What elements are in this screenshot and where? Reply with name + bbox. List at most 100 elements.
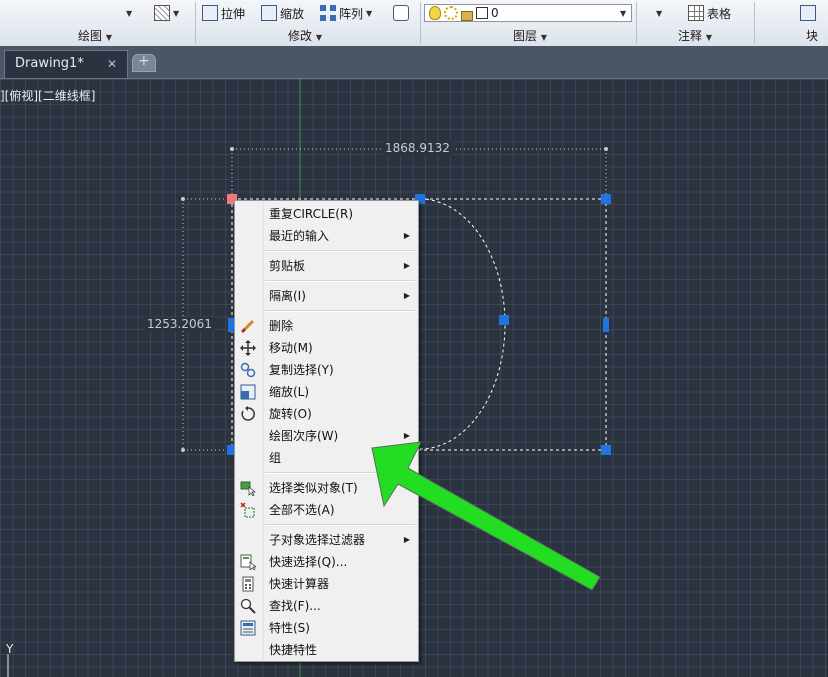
- deselect-all-icon: [240, 502, 255, 518]
- submenu-arrow-icon: ▶: [403, 291, 410, 300]
- blend-icon: [393, 5, 409, 21]
- menu-item-label: 缩放(L): [269, 385, 310, 399]
- hatch-icon: [154, 5, 170, 21]
- menu-item-label: 全部不选(A): [269, 503, 335, 517]
- menu-item-find[interactable]: 查找(F)...: [235, 595, 418, 617]
- menu-item-repeat-circle[interactable]: 重复CIRCLE(R): [235, 203, 418, 225]
- color-swatch-icon: [476, 7, 488, 19]
- sun-icon[interactable]: [444, 6, 458, 20]
- panel-annotation-label: 注释: [678, 29, 703, 43]
- menu-item-copy-selection[interactable]: 复制选择(Y): [235, 359, 418, 381]
- menu-item-label: 剪贴板: [269, 259, 306, 273]
- chevron-down-icon: ▼: [656, 8, 663, 18]
- lightbulb-icon[interactable]: [429, 6, 441, 20]
- dimension-vertical[interactable]: 1253.2061: [144, 317, 215, 331]
- dimension-point: [230, 147, 234, 151]
- menu-item-clipboard[interactable]: 剪贴板 ▶: [235, 255, 418, 277]
- panel-draw[interactable]: 绘图 ▼: [40, 28, 150, 44]
- panel-divider: [636, 2, 637, 44]
- menu-item-label: 重复CIRCLE(R): [269, 207, 354, 221]
- stretch-icon: [202, 5, 218, 21]
- ucs-y-label: Y: [5, 642, 14, 656]
- dimension-point: [181, 448, 185, 452]
- grip[interactable]: [601, 194, 611, 204]
- menu-item-recent-input[interactable]: 最近的输入 ▶: [235, 225, 418, 247]
- panel-modify[interactable]: 修改 ▼: [250, 28, 360, 44]
- grip[interactable]: [601, 445, 611, 455]
- menu-item-quick-properties[interactable]: 快捷特性: [235, 639, 418, 661]
- chevron-down-icon: ▼: [366, 8, 373, 18]
- menu-item-select-similar[interactable]: 选择类似对象(T): [235, 477, 418, 499]
- tab-drawing1[interactable]: Drawing1* ✕: [4, 50, 128, 78]
- menu-item-subobject-filter[interactable]: 子对象选择过滤器 ▶: [235, 529, 418, 551]
- panel-annotation[interactable]: 注释 ▼: [640, 28, 750, 44]
- grip[interactable]: [603, 318, 609, 332]
- panel-layers[interactable]: 图层 ▼: [475, 28, 585, 44]
- menu-item-label: 快速选择(Q)...: [269, 555, 348, 569]
- chevron-down-icon: ▼: [126, 8, 133, 18]
- menu-item-group[interactable]: 组: [235, 447, 418, 469]
- grip[interactable]: [499, 315, 509, 325]
- annotation-dropdown[interactable]: ▼: [656, 3, 662, 23]
- menu-item-label: 旋转(O): [269, 407, 312, 421]
- menu-separator: [265, 280, 415, 282]
- menu-item-quick-select[interactable]: 快速选择(Q)...: [235, 551, 418, 573]
- copy-icon: [240, 362, 256, 378]
- menu-item-scale[interactable]: 缩放(L): [235, 381, 418, 403]
- selected-arc[interactable]: [419, 198, 506, 450]
- chevron-down-icon: ▼: [705, 33, 712, 42]
- menu-item-label: 特性(S): [269, 621, 310, 635]
- dimension-point: [604, 147, 608, 151]
- scale-icon: [240, 384, 256, 400]
- menu-item-deselect-all[interactable]: 全部不选(A): [235, 499, 418, 521]
- menu-item-label: 移动(M): [269, 341, 313, 355]
- table-label: 表格: [707, 6, 732, 21]
- panel-divider: [420, 2, 421, 44]
- menu-item-erase[interactable]: 删除: [235, 315, 418, 337]
- stretch-button[interactable]: 拉伸: [202, 3, 245, 23]
- scale-button[interactable]: 缩放: [261, 3, 304, 23]
- dimension-point: [181, 197, 185, 201]
- array-label: 阵列: [339, 6, 364, 21]
- quick-select-icon: [240, 554, 256, 570]
- submenu-arrow-icon: ▶: [403, 431, 410, 440]
- blend-button[interactable]: [393, 3, 409, 23]
- menu-separator: [265, 250, 415, 252]
- rotate-icon: [241, 406, 255, 421]
- panel-divider: [195, 2, 196, 44]
- file-tab-bar: Drawing1* ✕: [0, 46, 828, 79]
- calculator-icon: [242, 576, 254, 592]
- menu-item-isolate[interactable]: 隔离(I) ▶: [235, 285, 418, 307]
- block-edit-button[interactable]: [800, 3, 816, 23]
- panel-modify-label: 修改: [288, 29, 313, 43]
- submenu-arrow-icon: ▶: [403, 261, 410, 270]
- menu-item-move[interactable]: 移动(M): [235, 337, 418, 359]
- menu-item-properties[interactable]: 特性(S): [235, 617, 418, 639]
- dimension-horizontal[interactable]: 1868.9132: [382, 141, 453, 155]
- menu-item-label: 查找(F)...: [269, 599, 321, 613]
- lock-icon[interactable]: [461, 10, 473, 21]
- select-similar-icon: [240, 481, 256, 496]
- array-button[interactable]: 阵列 ▼: [320, 3, 372, 23]
- menu-item-quick-calc[interactable]: 快速计算器: [235, 573, 418, 595]
- layer-dropdown-arrow[interactable]: ▼: [620, 3, 626, 23]
- hatch-button[interactable]: ▼: [154, 3, 179, 23]
- table-button[interactable]: 表格: [688, 3, 731, 23]
- menu-item-label: 子对象选择过滤器: [269, 533, 366, 547]
- menu-item-rotate[interactable]: 旋转(O): [235, 403, 418, 425]
- panel-layers-label: 图层: [513, 29, 538, 43]
- chevron-down-icon: ▼: [173, 8, 180, 18]
- menu-item-label: 选择类似对象(T): [269, 481, 358, 495]
- panel-draw-label: 绘图: [78, 29, 103, 43]
- submenu-arrow-icon: ▶: [403, 535, 410, 544]
- context-menu: 重复CIRCLE(R) 最近的输入 ▶ 剪贴板 ▶ 隔离(I) ▶ 删除 移动(…: [234, 200, 419, 662]
- menu-separator: [265, 310, 415, 312]
- new-tab-button[interactable]: [132, 53, 156, 72]
- table-icon: [688, 5, 704, 21]
- close-icon[interactable]: ✕: [107, 51, 117, 77]
- menu-item-draw-order[interactable]: 绘图次序(W) ▶: [235, 425, 418, 447]
- draw-dropdown[interactable]: ▼: [126, 3, 132, 23]
- panel-block[interactable]: 块: [790, 28, 828, 44]
- properties-icon: [240, 620, 256, 636]
- menu-item-label: 复制选择(Y): [269, 363, 334, 377]
